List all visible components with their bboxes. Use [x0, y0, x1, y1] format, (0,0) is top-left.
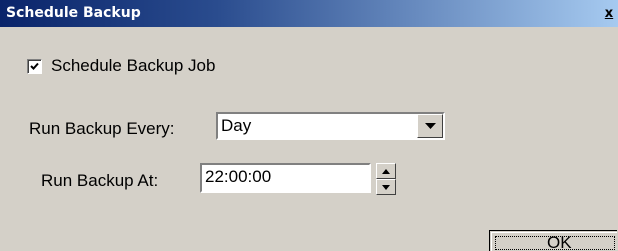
chevron-down-icon [425, 123, 436, 129]
spin-up-button[interactable] [376, 163, 396, 179]
schedule-backup-dialog: Schedule Backup x Schedule Backup Job Ru… [0, 0, 618, 251]
dropdown-button[interactable] [417, 114, 443, 138]
arrow-up-icon [382, 169, 390, 174]
ok-label: OK [547, 233, 572, 251]
window-title: Schedule Backup [6, 5, 141, 21]
checkmark-icon [30, 62, 39, 70]
run-at-label: Run Backup At: [41, 171, 159, 190]
run-at-time-input[interactable]: 22:00:00 [200, 163, 371, 193]
spin-down-button[interactable] [376, 179, 396, 195]
close-button[interactable]: x [600, 6, 618, 22]
run-every-label: Run Backup Every: [29, 119, 175, 138]
close-icon: x [604, 6, 614, 21]
run-every-select[interactable]: Day [216, 112, 445, 140]
arrow-down-icon [382, 185, 390, 190]
ok-button[interactable]: OK [489, 230, 617, 251]
time-spinner[interactable] [376, 163, 396, 196]
title-bar[interactable]: Schedule Backup x [0, 0, 618, 27]
schedule-backup-label[interactable]: Schedule Backup Job [51, 56, 215, 76]
schedule-backup-checkbox[interactable] [27, 59, 42, 74]
run-every-value: Day [221, 116, 252, 135]
